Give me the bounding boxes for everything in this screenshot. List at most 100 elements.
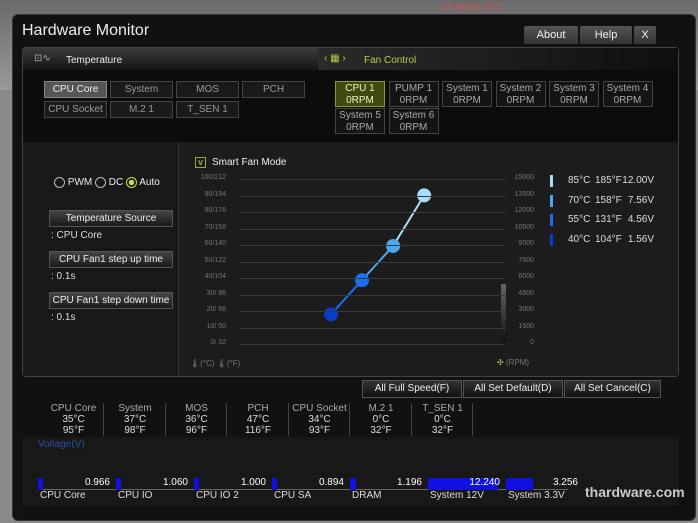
temp-sensor-button[interactable]: M.2 1 xyxy=(110,101,173,118)
voltage-bar: 0.894 xyxy=(272,477,350,490)
all-full-speed-button[interactable]: All Full Speed(F) xyxy=(362,380,462,398)
fan-button[interactable]: PUMP 1 0RPM xyxy=(388,81,439,107)
fan-rpm: 0RPM xyxy=(346,95,374,106)
left-tick-label: 90/194 xyxy=(204,190,226,198)
fan-name: PUMP 1 xyxy=(394,83,433,94)
point-temp-c: 40°C xyxy=(568,233,591,245)
voltage-value: 3.256 xyxy=(552,477,578,488)
gridline xyxy=(240,195,505,197)
fan-icon: ✣ xyxy=(497,358,504,367)
voltage-name: CPU IO xyxy=(118,490,153,501)
all-set-cancel-button[interactable]: All Set Cancel(C) xyxy=(564,380,661,398)
point-temp-c: 85°C xyxy=(568,175,591,186)
fan-button[interactable]: System 5 0RPM xyxy=(335,108,385,134)
temp-sensor-button[interactable]: CPU Socket xyxy=(44,101,107,118)
fan-button[interactable]: System 6 0RPM xyxy=(388,108,439,134)
point-color-swatch xyxy=(550,233,553,246)
voltage-name: CPU IO 2 xyxy=(196,490,239,501)
sensor-reading: M.2 1 0°C 32°F xyxy=(352,403,412,436)
voltage-name: System 12V xyxy=(430,490,484,501)
sensor-reading: System 37°C 98°F xyxy=(106,403,166,436)
point-temp-c: 55°C xyxy=(568,214,591,225)
all-set-default-button[interactable]: All Set Default(D) xyxy=(463,380,563,398)
voltage-name: CPU SA xyxy=(274,490,312,501)
fan-rpm: 0RPM xyxy=(506,95,535,106)
left-tick-label: 10/ 50 xyxy=(206,322,226,330)
fan-name: System 5 xyxy=(339,110,381,121)
point-voltage: 4.56V xyxy=(627,214,654,225)
temp-sensor-button[interactable]: System xyxy=(110,81,173,98)
point-temp-c: 70°C xyxy=(568,194,591,206)
voltage-bar: 0.966 xyxy=(38,477,116,490)
voltage-value: 1.196 xyxy=(396,477,422,488)
right-tick-label: 1500 xyxy=(518,322,534,330)
temp-unit-legend: 🌡(°C) 🌡(°F) xyxy=(190,359,240,368)
temp-sensor-button[interactable]: MOS xyxy=(176,81,239,98)
temp-sensor-button[interactable]: T_SEN 1 xyxy=(176,101,239,118)
fan-name: System 4 xyxy=(606,83,649,94)
gridline xyxy=(240,261,505,263)
sensor-fahrenheit: 32°F xyxy=(431,425,454,436)
fan-button[interactable]: System 4 0RPM xyxy=(602,81,653,107)
sensor-fahrenheit: 93°F xyxy=(308,425,331,436)
point-voltage: 1.56V xyxy=(627,233,654,245)
fan-rpm: 0RPM xyxy=(453,95,481,106)
sensor-celsius: 47°C xyxy=(246,414,270,425)
gridline xyxy=(240,245,505,246)
fan-name: CPU 1 xyxy=(345,83,375,94)
fan-button[interactable]: CPU 1 0RPM xyxy=(335,81,385,107)
sensor-fahrenheit: 116°F xyxy=(244,425,272,436)
left-tick-label: 70/158 xyxy=(204,223,226,231)
sensor-reading: CPU Core 35°C 95°F xyxy=(44,403,104,436)
sensor-name: System xyxy=(118,403,152,414)
gridline xyxy=(240,344,505,345)
right-tick-label: 15000 xyxy=(514,174,534,181)
curve-point-handle[interactable] xyxy=(355,273,370,288)
point-color-swatch xyxy=(550,194,553,207)
fan-rpm: 0RPM xyxy=(346,122,374,133)
sensor-celsius: 0°C xyxy=(434,414,451,425)
sensor-celsius: 34°C xyxy=(308,414,331,425)
sensor-reading: MOS 36°C 96°F xyxy=(167,403,227,436)
voltage-name: DRAM xyxy=(352,490,382,501)
thermometer-icon: 🌡 xyxy=(216,359,227,368)
fan-name: System 3 xyxy=(553,83,595,94)
voltage-value: 1.060 xyxy=(162,477,188,488)
sensor-fahrenheit: 95°F xyxy=(62,425,85,436)
fan-name: System 2 xyxy=(499,83,542,94)
sensor-celsius: 35°C xyxy=(62,414,85,425)
voltage-bar-fill xyxy=(116,478,122,490)
left-tick-label: 100/212 xyxy=(200,174,226,181)
voltage-value: 0.966 xyxy=(84,477,110,488)
sensor-name: M.2 1 xyxy=(368,403,394,414)
fan-name: System 6 xyxy=(392,110,435,121)
sensor-name: CPU Socket xyxy=(292,403,347,414)
fan-button[interactable]: System 1 0RPM xyxy=(442,81,492,107)
voltage-bar-fill xyxy=(350,478,357,490)
left-tick-label: 80/176 xyxy=(204,207,226,214)
right-tick-label: 0 xyxy=(530,339,534,346)
sensor-reading: CPU Socket 34°C 93°F xyxy=(290,403,350,436)
sensor-celsius: 0°C xyxy=(372,414,390,425)
fan-button[interactable]: System 2 0RPM xyxy=(495,81,546,107)
curve-point-handle[interactable] xyxy=(324,307,338,322)
rpm-unit: (RPM) xyxy=(505,358,530,367)
voltage-label: Voltage(V) xyxy=(38,439,85,450)
fan-button[interactable]: System 3 0RPM xyxy=(549,81,599,107)
temp-sensor-button[interactable]: PCH xyxy=(242,81,305,98)
right-tick-label: 4500 xyxy=(518,289,534,297)
gridline xyxy=(240,311,505,312)
voltage-name: CPU Core xyxy=(40,490,86,501)
fan-rpm: 0RPM xyxy=(399,122,428,133)
gridline xyxy=(240,278,505,279)
fan-name: System 1 xyxy=(446,83,488,94)
fahrenheit-unit: (°F) xyxy=(226,359,241,368)
point-voltage: 12.00V xyxy=(622,175,654,186)
sensor-name: T_SEN 1 xyxy=(422,403,463,414)
voltage-bar: 1.000 xyxy=(194,477,272,490)
voltage-bar: 1.196 xyxy=(350,477,428,490)
fan-rpm: 0RPM xyxy=(560,95,588,106)
rpm-slider[interactable] xyxy=(501,284,506,342)
temp-sensor-button[interactable]: CPU Core xyxy=(44,81,107,98)
thermometer-icon: 🌡 xyxy=(190,359,201,368)
